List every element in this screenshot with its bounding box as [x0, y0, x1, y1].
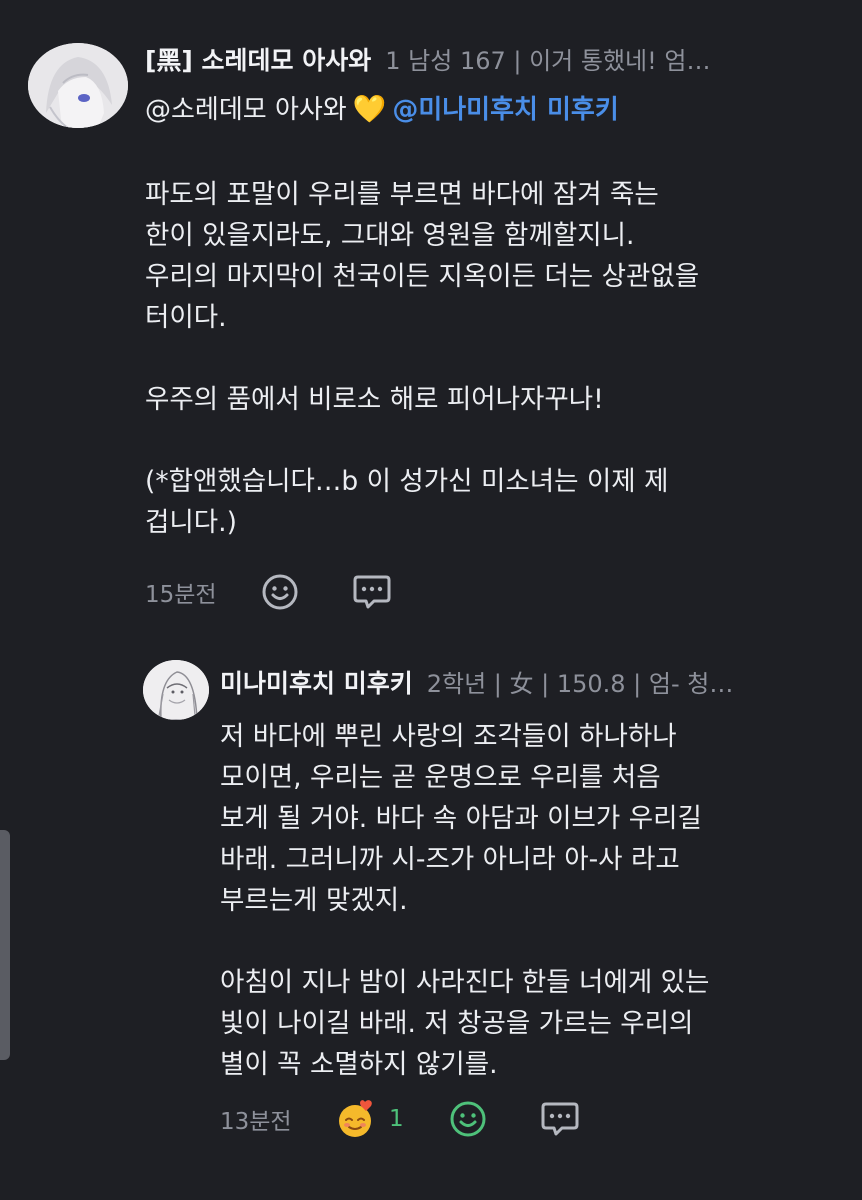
author-meta: 1 남성 167 | 이거 통했네! 엄…	[385, 47, 711, 75]
comment-body: 저 바다에 뿌린 사랑의 조각들이 하나하나 모이면, 우리는 곧 운명으로 우…	[220, 721, 710, 1080]
mention-line: @소레데모 아사와 💛 @미나미후치 미후키	[145, 92, 619, 128]
comment-header: 미나미후치 미후키 2학년 | 女 | 150.8 | 엄- 청…	[220, 668, 840, 700]
emoji-reaction-icon-active[interactable]	[448, 1099, 488, 1139]
avatar[interactable]	[143, 660, 209, 720]
avatar[interactable]	[28, 43, 128, 128]
comment-header: [黑] 소레데모 아사와 1 남성 167 | 이거 통했네! 엄…	[145, 45, 825, 77]
reaction-count: 1	[389, 1106, 404, 1132]
mention-user: @소레데모 아사와	[145, 95, 347, 125]
reply-icon[interactable]	[352, 572, 392, 612]
comment-actions: 15분전	[145, 572, 444, 612]
author-meta: 2학년 | 女 | 150.8 | 엄- 청…	[426, 670, 734, 698]
reaction-chip[interactable]: 1	[335, 1098, 404, 1140]
timestamp: 13분전	[220, 1109, 292, 1135]
heart-icon: 💛	[352, 94, 387, 125]
timestamp: 15분전	[145, 582, 217, 608]
reply-icon[interactable]	[540, 1099, 580, 1139]
comment-body: 파도의 포말이 우리를 부르면 바다에 잠겨 죽는 한이 있을지라도, 그대와 …	[145, 179, 700, 538]
comment-thread: { "comments": [ { "author": "[黑] 소레데모 아사…	[0, 0, 862, 1200]
mention-link[interactable]: @미나미후치 미후키	[392, 95, 618, 125]
author-name[interactable]: 미나미후치 미후키	[220, 669, 413, 698]
comment-actions: 13분전 1	[220, 1098, 632, 1140]
author-name[interactable]: [黑] 소레데모 아사와	[145, 46, 371, 75]
scrollbar-handle[interactable]	[0, 830, 10, 1060]
love-face-emoji-icon	[339, 1100, 372, 1137]
emoji-reaction-icon[interactable]	[260, 572, 300, 612]
